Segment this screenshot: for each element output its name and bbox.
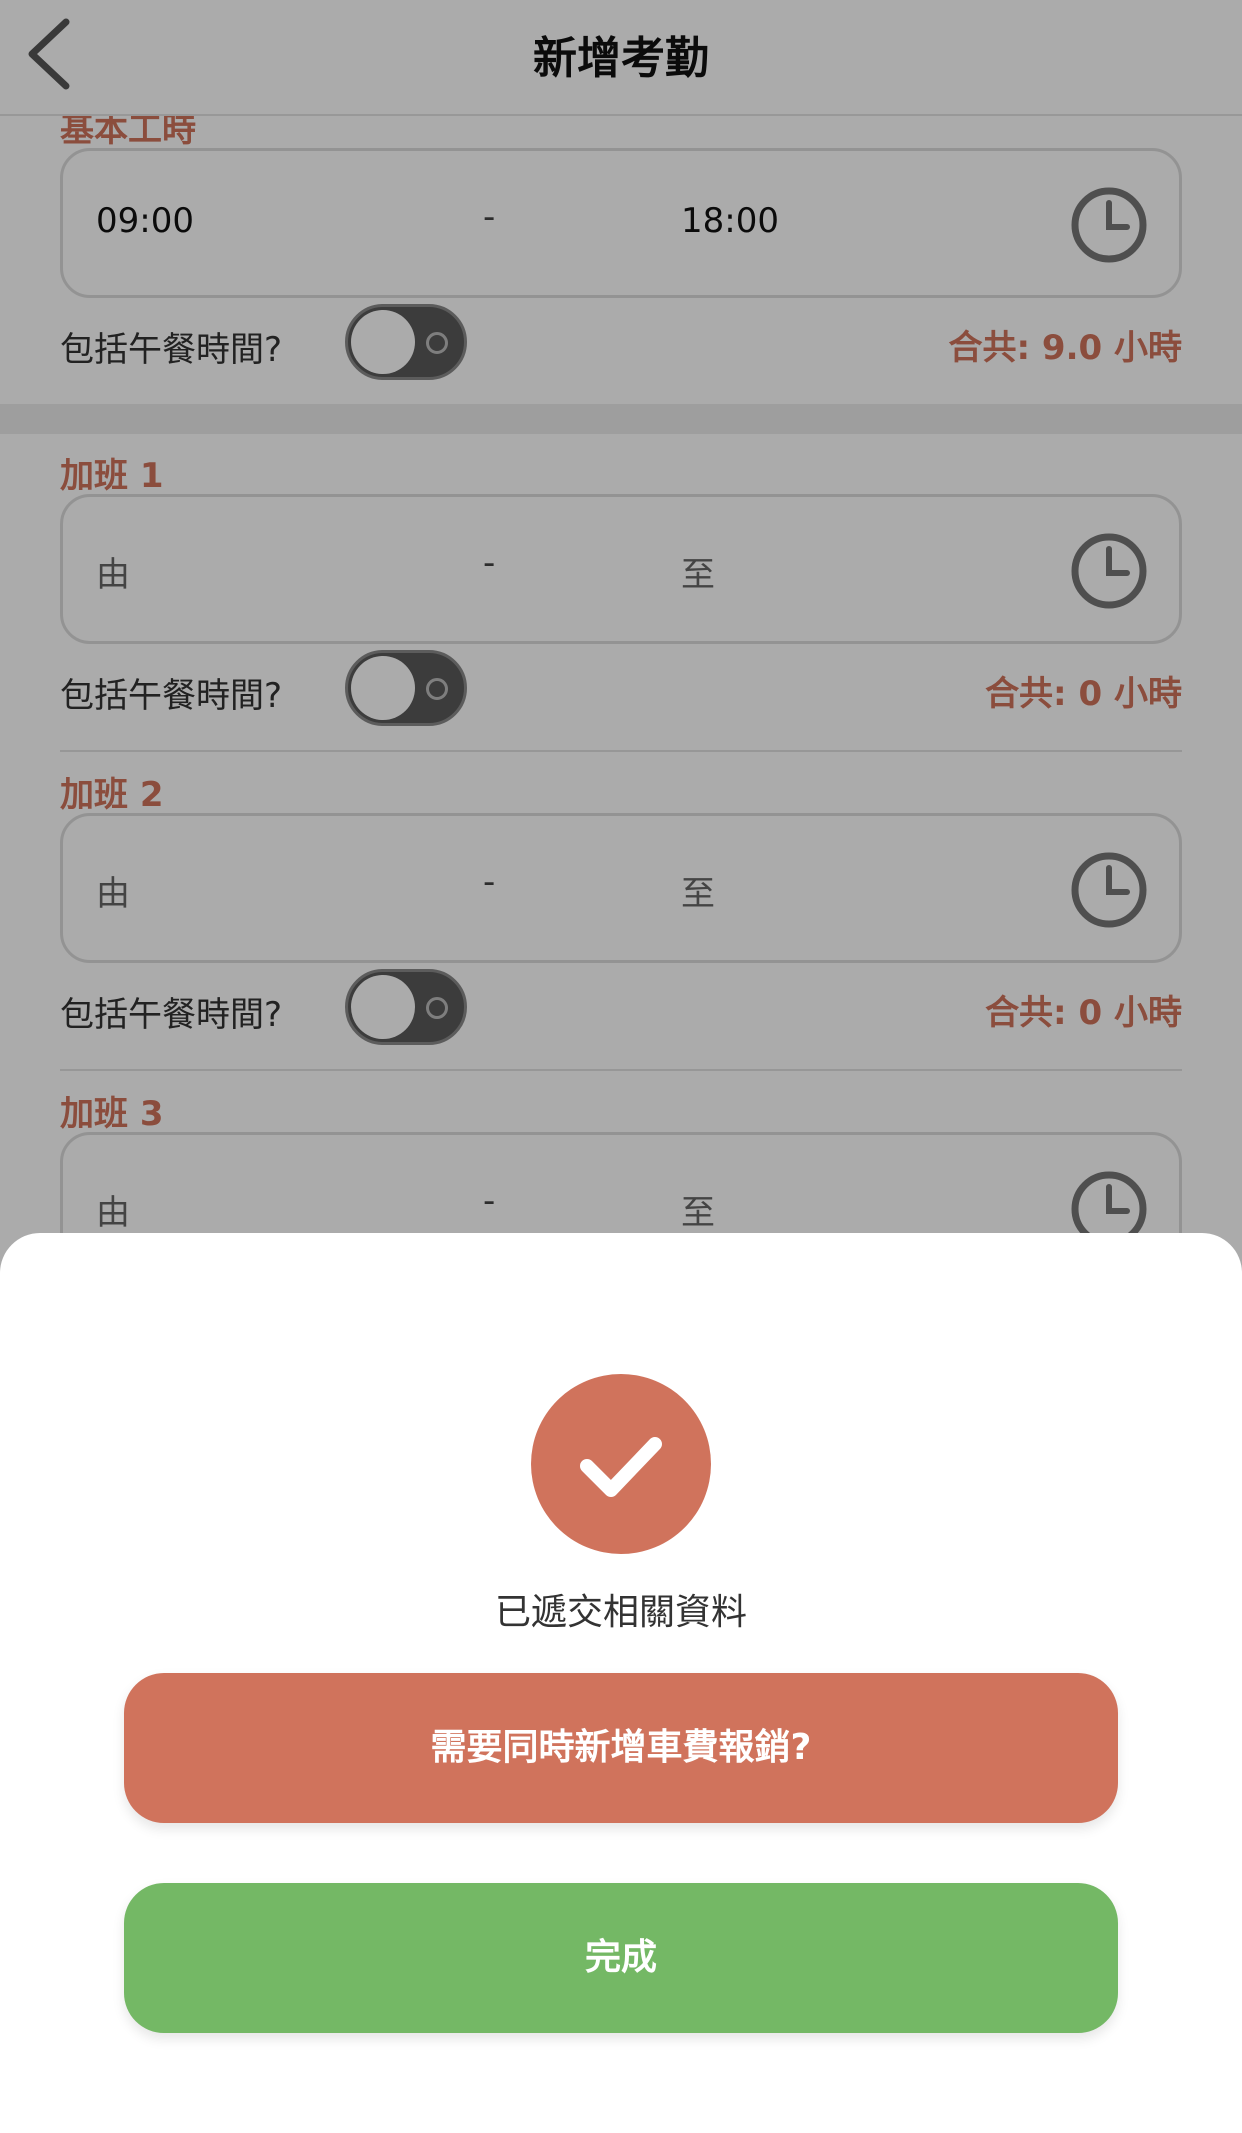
add-transport-claim-button[interactable]: 需要同時新增車費報銷?: [124, 1673, 1118, 1823]
attendance-screen: 新增考勤 基本工時 09:00 - 18:00 包括午餐時間? 合共: 9.0 …: [0, 0, 1242, 2133]
success-bottom-sheet: 已遞交相關資料 需要同時新增車費報銷? 完成: [0, 1233, 1242, 2133]
success-message: 已遞交相關資料: [494, 1592, 747, 1633]
done-button[interactable]: 完成: [124, 1883, 1118, 2033]
success-badge: [531, 1374, 711, 1554]
checkmark-icon: [580, 1437, 662, 1497]
